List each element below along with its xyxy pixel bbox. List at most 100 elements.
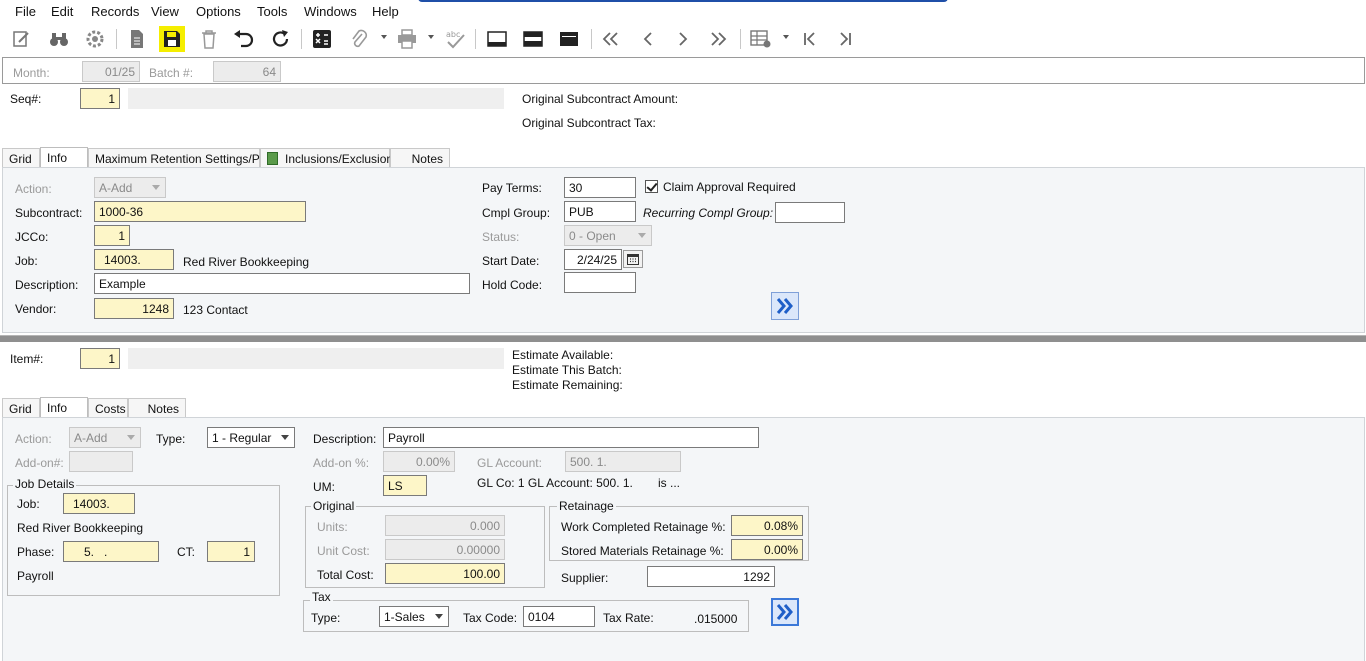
action-select[interactable]: A-Add: [94, 177, 166, 198]
total-cost-field[interactable]: 100.00: [385, 563, 505, 584]
tab-notes[interactable]: Notes: [390, 148, 450, 168]
sm-retainage-field[interactable]: 0.00%: [731, 539, 803, 560]
inclusions-doc-icon: [267, 152, 278, 165]
item-field[interactable]: 1: [80, 348, 120, 369]
phase-field[interactable]: 5. .: [63, 541, 159, 562]
tab-grid[interactable]: Grid: [2, 148, 40, 168]
seq-field[interactable]: 1: [80, 88, 120, 109]
batch-label: Batch #:: [149, 66, 194, 80]
grid-options-icon[interactable]: [748, 26, 774, 52]
claim-approval-checkbox[interactable]: [645, 180, 658, 193]
header-info-panel: Action: A-Add Subcontract: 1000-36 JCCo:…: [2, 167, 1365, 333]
new-document-icon[interactable]: [124, 26, 150, 52]
layout-single-icon[interactable]: [484, 26, 510, 52]
grid-options-dropdown-arrow[interactable]: [783, 35, 789, 39]
forward-button[interactable]: [771, 292, 799, 320]
status-select[interactable]: 0 - Open: [564, 225, 652, 246]
batch-header: Month: 01/25 Batch #: 64: [2, 57, 1365, 84]
calendar-icon[interactable]: [623, 250, 643, 268]
item-description-field[interactable]: Payroll: [383, 427, 759, 448]
calculator-icon[interactable]: [309, 26, 335, 52]
save-icon[interactable]: [159, 26, 185, 52]
first-page-icon[interactable]: [598, 26, 624, 52]
item-action-label: Action:: [15, 432, 52, 446]
panel-splitter[interactable]: [0, 335, 1366, 342]
tab-info[interactable]: Info: [40, 147, 88, 168]
binoculars-icon[interactable]: [46, 26, 72, 52]
month-field[interactable]: 01/25: [82, 61, 140, 82]
hold-code-field[interactable]: [564, 272, 636, 293]
item-job-name: Red River Bookkeeping: [17, 521, 144, 535]
tab-item-notes[interactable]: Notes: [128, 398, 186, 418]
previous-icon[interactable]: [635, 26, 661, 52]
refresh-icon[interactable]: [268, 26, 294, 52]
tab-item-costs[interactable]: Costs: [88, 398, 128, 418]
layout-split-icon[interactable]: [520, 26, 546, 52]
unit-cost-field[interactable]: 0.00000: [385, 539, 505, 560]
wc-retainage-field[interactable]: 0.08%: [731, 515, 803, 536]
next-icon[interactable]: [670, 26, 696, 52]
tax-type-value: 1-Sales: [384, 610, 425, 624]
item-forward-button[interactable]: [771, 598, 799, 626]
attach-icon[interactable]: [346, 26, 372, 52]
description-field[interactable]: Example: [94, 273, 470, 294]
menu-edit[interactable]: Edit: [51, 4, 73, 19]
gl-info-suffix: is ...: [658, 476, 681, 490]
item-type-select[interactable]: 1 - Regular: [207, 427, 295, 448]
cmpl-group-field[interactable]: PUB: [564, 201, 636, 222]
retainage-title: Retainage: [557, 499, 616, 513]
tax-type-select[interactable]: 1-Sales: [379, 606, 449, 627]
jcco-field[interactable]: 1: [94, 225, 130, 246]
job-field[interactable]: 14003.: [94, 249, 174, 270]
addon-pct-field[interactable]: 0.00%: [383, 451, 455, 472]
job-name: Red River Bookkeeping: [183, 255, 310, 269]
delete-icon[interactable]: [196, 26, 222, 52]
attach-dropdown-arrow[interactable]: [381, 35, 387, 39]
units-field[interactable]: 0.000: [385, 515, 505, 536]
seq-label: Seq#:: [10, 92, 42, 106]
tab-item-grid[interactable]: Grid: [2, 398, 40, 418]
item-action-select[interactable]: A-Add: [69, 427, 141, 448]
menu-file[interactable]: File: [15, 4, 36, 19]
item-type-value: 1 - Regular: [212, 431, 272, 445]
menu-help[interactable]: Help: [372, 4, 399, 19]
first-record-icon[interactable]: [797, 26, 823, 52]
total-cost-label: Total Cost:: [317, 568, 374, 582]
pay-terms-field[interactable]: 30: [564, 177, 636, 198]
menu-bar: File Edit Records View Options Tools Win…: [0, 0, 1366, 22]
undo-icon[interactable]: [231, 26, 257, 52]
um-field[interactable]: LS: [383, 475, 427, 496]
menu-records[interactable]: Records: [91, 4, 139, 19]
tab-item-info[interactable]: Info: [40, 397, 88, 418]
menu-view[interactable]: View: [151, 4, 179, 19]
last-record-icon[interactable]: [832, 26, 858, 52]
gl-account-field[interactable]: 500. 1.: [565, 451, 681, 472]
status-label: Status:: [482, 230, 520, 244]
print-dropdown-arrow[interactable]: [428, 35, 434, 39]
gl-account-label: GL Account:: [477, 456, 542, 470]
header-tabs: Grid Info Maximum Retention Settings/PBA…: [2, 147, 702, 168]
tax-code-field[interactable]: 0104: [523, 606, 595, 627]
tab-inclusions-exclusions[interactable]: Inclusions/Exclusions: [260, 148, 399, 168]
ct-field[interactable]: 1: [207, 541, 255, 562]
menu-windows[interactable]: Windows: [304, 4, 357, 19]
start-date-field[interactable]: 2/24/25: [564, 249, 622, 270]
print-icon[interactable]: [394, 26, 420, 52]
last-page-icon[interactable]: [705, 26, 731, 52]
addon-number-field[interactable]: [69, 451, 133, 472]
menu-options[interactable]: Options: [196, 4, 241, 19]
item-job-field[interactable]: 14003.: [63, 493, 135, 514]
vendor-field[interactable]: 1248: [94, 298, 174, 319]
edit-doc-icon[interactable]: [8, 26, 34, 52]
settings-gear-icon[interactable]: [82, 26, 108, 52]
layout-full-icon[interactable]: [556, 26, 582, 52]
recurring-compl-group-field[interactable]: [775, 202, 845, 223]
toolbar-separator: [740, 29, 741, 49]
supplier-field[interactable]: 1292: [647, 566, 775, 587]
batch-field[interactable]: 64: [213, 61, 281, 82]
spellcheck-icon[interactable]: abc: [442, 26, 468, 52]
item-info-panel: Action: A-Add Type: 1 - Regular Add-on#:…: [2, 417, 1365, 661]
tab-max-retention[interactable]: Maximum Retention Settings/PBA: [88, 148, 276, 168]
subcontract-field[interactable]: 1000-36: [94, 201, 306, 222]
menu-tools[interactable]: Tools: [257, 4, 287, 19]
